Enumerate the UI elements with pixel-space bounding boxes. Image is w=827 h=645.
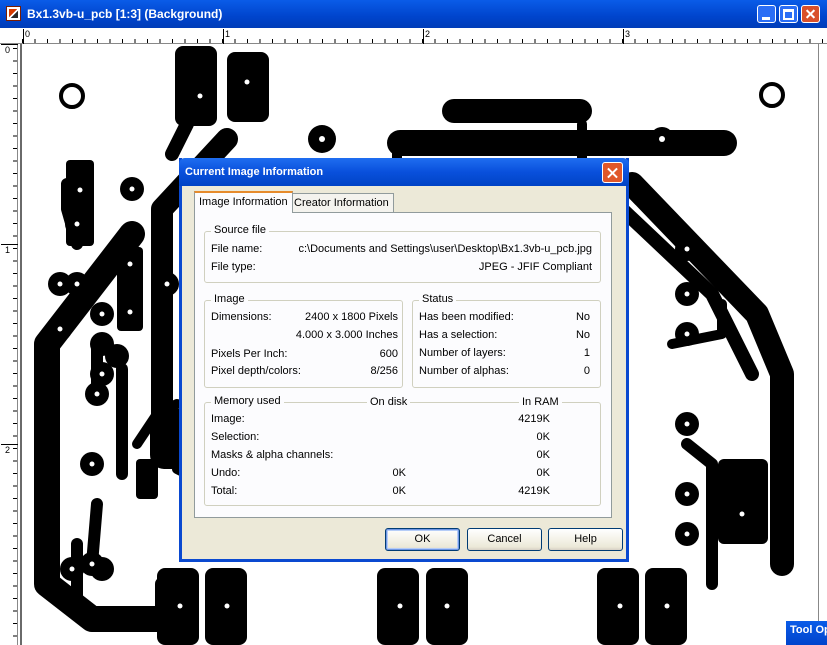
memory-row-ram: 4219K [518, 485, 550, 497]
cancel-button[interactable]: Cancel [467, 528, 542, 551]
memory-row-ram: 0K [536, 449, 550, 461]
modified-value: No [575, 311, 590, 323]
vertical-scrollbar[interactable] [818, 44, 827, 621]
dimensions-pixels-value: 2400 x 1800 Pixels [305, 311, 398, 323]
memory-row-label: Undo: [211, 467, 241, 479]
dimensions-label: Dimensions: [211, 311, 272, 323]
alphas-label: Number of alphas: [419, 365, 509, 377]
memory-row-label: Selection: [211, 431, 260, 443]
ruler-tick: 1 [0, 244, 19, 255]
on-disk-header: On disk [367, 396, 411, 408]
ruler-tick: 2 [422, 29, 431, 44]
in-ram-header: In RAM [519, 396, 562, 408]
window-title: Bx1.3vb-u_pcb [1:3] (Background) [27, 7, 223, 21]
memory-group: Memory used On disk In RAM Image: 4219K … [204, 395, 601, 506]
modified-label: Has been modified: [419, 311, 514, 323]
ppi-value: 600 [379, 348, 398, 360]
tab-image-information[interactable]: Image Information [194, 191, 293, 213]
memory-row-disk: 0K [392, 467, 406, 479]
image-info-dialog: Current Image Information Image Informat… [179, 158, 629, 562]
group-label: Source file [211, 224, 269, 236]
layers-label: Number of layers: [419, 347, 506, 359]
ruler-tick: 1 [222, 29, 231, 44]
status-group: Status Has been modified: No Has a selec… [412, 293, 601, 388]
window-title-bar[interactable]: Bx1.3vb-u_pcb [1:3] (Background) [0, 0, 827, 28]
group-label: Image [211, 293, 248, 305]
dialog-title-bar[interactable]: Current Image Information [179, 158, 629, 186]
memory-row-ram: 0K [536, 467, 550, 479]
dialog-title: Current Image Information [185, 166, 324, 178]
close-button[interactable] [801, 5, 820, 23]
tab-label: Image Information [199, 196, 288, 208]
memory-row-ram: 4219K [518, 413, 550, 425]
tool-options-palette[interactable]: Tool Options [786, 621, 827, 645]
ruler-tick: 3 [622, 29, 631, 44]
app-icon[interactable] [6, 6, 21, 21]
file-name-label: File name: [211, 243, 263, 255]
memory-row-ram: 0K [536, 431, 550, 443]
memory-row-label: Masks & alpha channels: [211, 449, 334, 461]
alphas-value: 0 [583, 365, 590, 377]
dialog-close-button[interactable] [602, 162, 623, 183]
tab-label: Creator Information [294, 197, 389, 209]
file-type-value: JPEG - JFIF Compliant [478, 261, 592, 273]
tab-panel: Source file File name: c:\Documents and … [194, 212, 612, 518]
pixel-depth-label: Pixel depth/colors: [211, 365, 301, 377]
memory-row-label: Image: [211, 413, 245, 425]
layers-value: 1 [583, 347, 590, 359]
tab-creator-information[interactable]: Creator Information [289, 193, 394, 213]
group-label: Memory used [211, 395, 284, 407]
horizontal-ruler[interactable]: 0 1 2 3 [0, 28, 827, 44]
selection-value: No [575, 329, 590, 341]
ruler-tick: 0 [0, 44, 19, 55]
group-label: Status [419, 293, 457, 305]
ppi-label: Pixels Per Inch: [211, 348, 288, 360]
minimize-button[interactable] [757, 5, 776, 23]
tool-options-label: Tool Options [790, 624, 827, 636]
ruler-tick: 2 [0, 444, 19, 455]
dimensions-inches-value: 4.000 x 3.000 Inches [295, 329, 398, 341]
memory-row-label: Total: [211, 485, 238, 497]
selection-label: Has a selection: [419, 329, 498, 341]
image-group: Image Dimensions: 2400 x 1800 Pixels 4.0… [204, 293, 403, 388]
help-button[interactable]: Help [548, 528, 623, 551]
source-file-group: Source file File name: c:\Documents and … [204, 224, 601, 283]
maximize-button[interactable] [779, 5, 798, 23]
file-type-label: File type: [211, 261, 256, 273]
vertical-ruler[interactable]: 0 1 2 [0, 44, 19, 645]
file-name-value: c:\Documents and Settings\user\Desktop\B… [298, 243, 593, 255]
ok-button[interactable]: OK [385, 528, 460, 551]
memory-row-disk: 0K [392, 485, 406, 497]
pixel-depth-value: 8/256 [370, 365, 398, 377]
ruler-tick: 0 [22, 29, 31, 44]
